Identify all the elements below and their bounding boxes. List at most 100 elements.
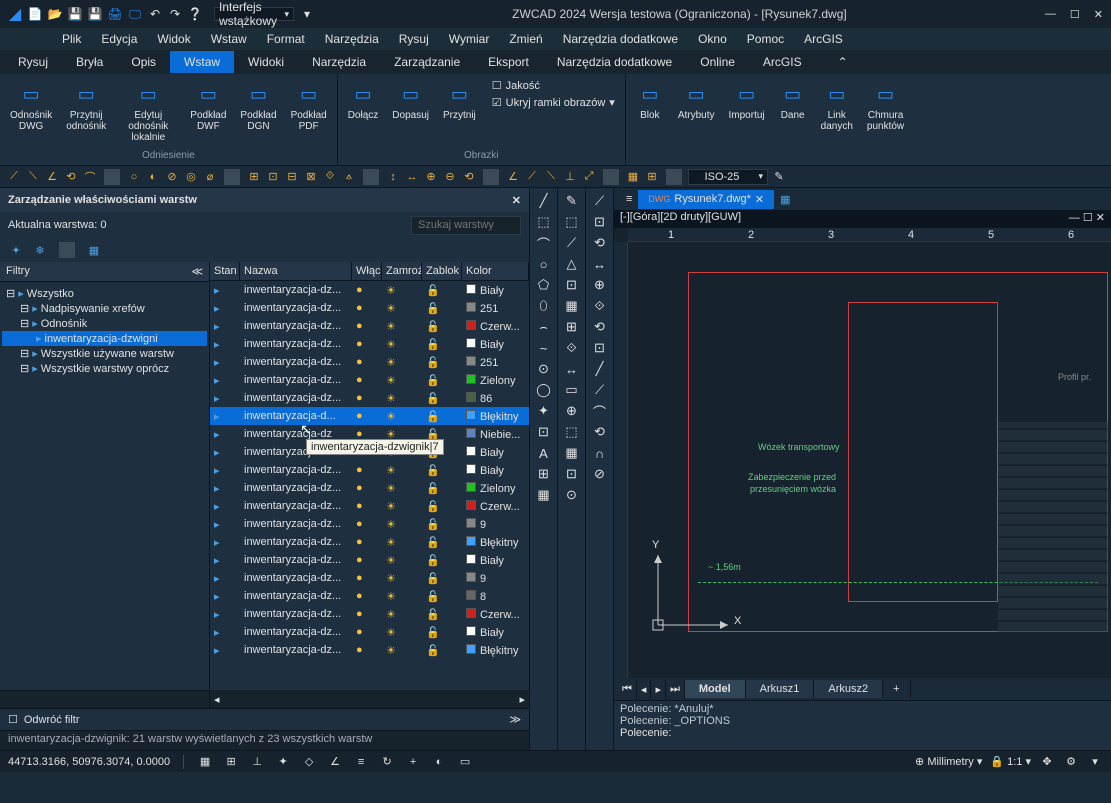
dim-tool-icon[interactable]: ⟲	[63, 169, 79, 185]
menu-edycja[interactable]: Edycja	[91, 30, 147, 48]
filter-tree-node[interactable]: ⊟ ▸ Nadpisywanie xrefów	[2, 301, 207, 316]
col-color[interactable]: Kolor	[462, 262, 529, 280]
filter-tree-node[interactable]: ⊟ ▸ Wszystko	[2, 286, 207, 301]
menu-narzędzia[interactable]: Narzędzia	[315, 30, 389, 48]
dim-tool-icon[interactable]: ⊞	[644, 169, 660, 185]
layer-row[interactable]: ▸inwentaryzacja-dz...●☀🔓Biały	[210, 335, 529, 353]
dim-tool-icon[interactable]: ⟲	[461, 169, 477, 185]
tool-icon[interactable]: ✎	[563, 192, 581, 210]
menu-rysuj[interactable]: Rysuj	[389, 30, 439, 48]
tool-icon[interactable]: ⌢	[535, 318, 553, 336]
tool-icon[interactable]: ⊘	[591, 465, 609, 483]
dim-tool-icon[interactable]: ⊖	[442, 169, 458, 185]
col-lock[interactable]: Zablok	[422, 262, 462, 280]
ribbon-tab[interactable]: Wstaw	[170, 51, 234, 73]
command-window[interactable]: Polecenie: *Anuluj* Polecenie: _OPTIONS …	[614, 700, 1111, 750]
tool-icon[interactable]: ⟋	[591, 381, 609, 399]
tab-prev-icon[interactable]: ◂	[637, 680, 652, 699]
filter-tree-node[interactable]: ⊟ ▸ Wszystkie używane warstw	[2, 346, 207, 361]
ribbon-button[interactable]: ▭Edytuj odnośniklokalnie	[116, 78, 180, 145]
layer-row[interactable]: ▸inwentaryzacja-dz...●☀🔓Błękitny	[210, 641, 529, 659]
tool-icon[interactable]: ◯	[535, 381, 553, 399]
col-state[interactable]: Stan	[210, 262, 240, 280]
tool-icon[interactable]: ⟐	[563, 339, 581, 357]
dim-tool-icon[interactable]: ⊘	[164, 169, 180, 185]
dim-tool-icon[interactable]: ∠	[505, 169, 521, 185]
gear-icon[interactable]: ⚙	[1063, 754, 1079, 770]
tool-icon[interactable]: △	[563, 255, 581, 273]
tool-icon[interactable]: ⟲	[591, 234, 609, 252]
document-tab[interactable]: DWG Rysunek7.dwg* ✕	[638, 190, 774, 209]
layer-row[interactable]: ▸inwentaryzacja-dz...●☀🔓251	[210, 299, 529, 317]
tool-icon[interactable]: ▦	[563, 297, 581, 315]
dim-tool-icon[interactable]: ⊕	[423, 169, 439, 185]
ribbon-tab[interactable]: Rysuj	[4, 51, 62, 73]
tool-icon[interactable]: ⊡	[535, 423, 553, 441]
tool-icon[interactable]: ⟐	[591, 297, 609, 315]
ribbon-tab[interactable]: Opis	[117, 51, 170, 73]
close-button[interactable]: ✕	[1094, 8, 1103, 21]
qat-help[interactable]: ❔	[188, 7, 202, 21]
col-name[interactable]: Nazwa	[240, 262, 352, 280]
layer-row[interactable]: ▸inwentaryzacja-dz...●☀🔓Biały	[210, 551, 529, 569]
new-layer-frozen-icon[interactable]: ❄	[32, 242, 48, 258]
ribbon-button[interactable]: ▭Importuj	[725, 78, 769, 123]
dim-tool-icon[interactable]: ⌀	[202, 169, 218, 185]
filter-tree-node[interactable]: ⊟ ▸ Wszystkie warstwy oprócz	[2, 361, 207, 376]
qat-redo[interactable]: ↷	[168, 7, 182, 21]
workspace-combo[interactable]: Interfejs wstążkowy	[214, 7, 294, 21]
layer-row[interactable]: ▸inwentaryzacja-dz...●☀🔓Biały	[210, 281, 529, 299]
ribbon-button[interactable]: ▭Dopasuj	[388, 78, 433, 123]
vp-minimize-icon[interactable]: —	[1069, 212, 1080, 224]
layer-row[interactable]: ▸inwentaryzacja-dz...●☀🔓Biały	[210, 461, 529, 479]
layer-row[interactable]: ▸inwentaryzacja-d...●☀🔓Błękitny	[210, 407, 529, 425]
tool-icon[interactable]: ⬠	[535, 276, 553, 294]
tool-icon[interactable]: ○	[535, 255, 553, 273]
qat-more-icon[interactable]: ▾	[300, 7, 314, 21]
minimize-button[interactable]: —	[1045, 8, 1056, 21]
dim-tool-icon[interactable]: ∠	[44, 169, 60, 185]
tool-icon[interactable]: ⬚	[563, 423, 581, 441]
snap-icon[interactable]: ▦	[197, 754, 213, 770]
viewport-label[interactable]: [-][Góra][2D druty][GUW]	[620, 211, 741, 227]
menu-arcgis[interactable]: ArcGIS	[794, 30, 853, 48]
ribbon-button[interactable]: ▭Blok	[632, 78, 668, 123]
dimstyle-edit-icon[interactable]: ✎	[771, 169, 787, 185]
menu-wstaw[interactable]: Wstaw	[201, 30, 257, 48]
grid-icon[interactable]: ⊞	[223, 754, 239, 770]
menu-format[interactable]: Format	[257, 30, 315, 48]
hscroll-left-icon[interactable]: ◂	[214, 693, 220, 706]
ribbon-button[interactable]: ▭PodkładDGN	[236, 78, 280, 134]
ribbon-button[interactable]: ▭Chmurapunktów	[863, 78, 908, 134]
dim-tool-icon[interactable]: ⊟	[284, 169, 300, 185]
tab-add-icon[interactable]: +	[883, 680, 910, 698]
layer-states-icon[interactable]: ▦	[86, 242, 102, 258]
layer-row[interactable]: ▸inwentaryzacja-dz...●☀🔓Błękitny	[210, 533, 529, 551]
polar-icon[interactable]: ✦	[275, 754, 291, 770]
tool-icon[interactable]: ⊞	[535, 465, 553, 483]
expand-icon[interactable]: ▾	[1087, 754, 1103, 770]
menu-narzędzia dodatkowe[interactable]: Narzędzia dodatkowe	[553, 30, 688, 48]
vp-close-icon[interactable]: ✕	[1096, 212, 1105, 224]
menu-wymiar[interactable]: Wymiar	[439, 30, 500, 48]
ribbon-button[interactable]: ▭Linkdanych	[817, 78, 857, 134]
tool-icon[interactable]: ⌒	[535, 234, 553, 252]
tool-icon[interactable]: A	[535, 444, 553, 462]
lwt-icon[interactable]: ≡	[353, 754, 369, 770]
menu-plik[interactable]: Plik	[52, 30, 91, 48]
tool-icon[interactable]: ⊡	[563, 465, 581, 483]
hscroll-right-icon[interactable]: ▸	[519, 693, 525, 706]
qat-preview[interactable]: 🖵	[128, 7, 142, 21]
filter-tree-node[interactable]: ▸ inwentaryzacja-dzwigni	[2, 331, 207, 346]
dim-tool-icon[interactable]: ⤢	[581, 169, 597, 185]
units-display[interactable]: ⊕ Millimetry ▾	[915, 755, 982, 768]
ribbon-button[interactable]: ▭OdnośnikDWG	[6, 78, 56, 134]
dim-tool-icon[interactable]: ↕	[385, 169, 401, 185]
tool-icon[interactable]: ⬯	[535, 297, 553, 315]
tool-icon[interactable]: ⌒	[591, 402, 609, 420]
layer-row[interactable]: ▸inwentaryzacja-dz...●☀🔓Zielony	[210, 371, 529, 389]
tool-icon[interactable]: ∩	[591, 444, 609, 462]
layer-row[interactable]: ▸inwentaryzacja-dz...●☀🔓8	[210, 587, 529, 605]
ribbon-button[interactable]: ▭Przytnijodnośnik	[62, 78, 110, 134]
layer-search[interactable]: 🔍	[411, 216, 521, 235]
